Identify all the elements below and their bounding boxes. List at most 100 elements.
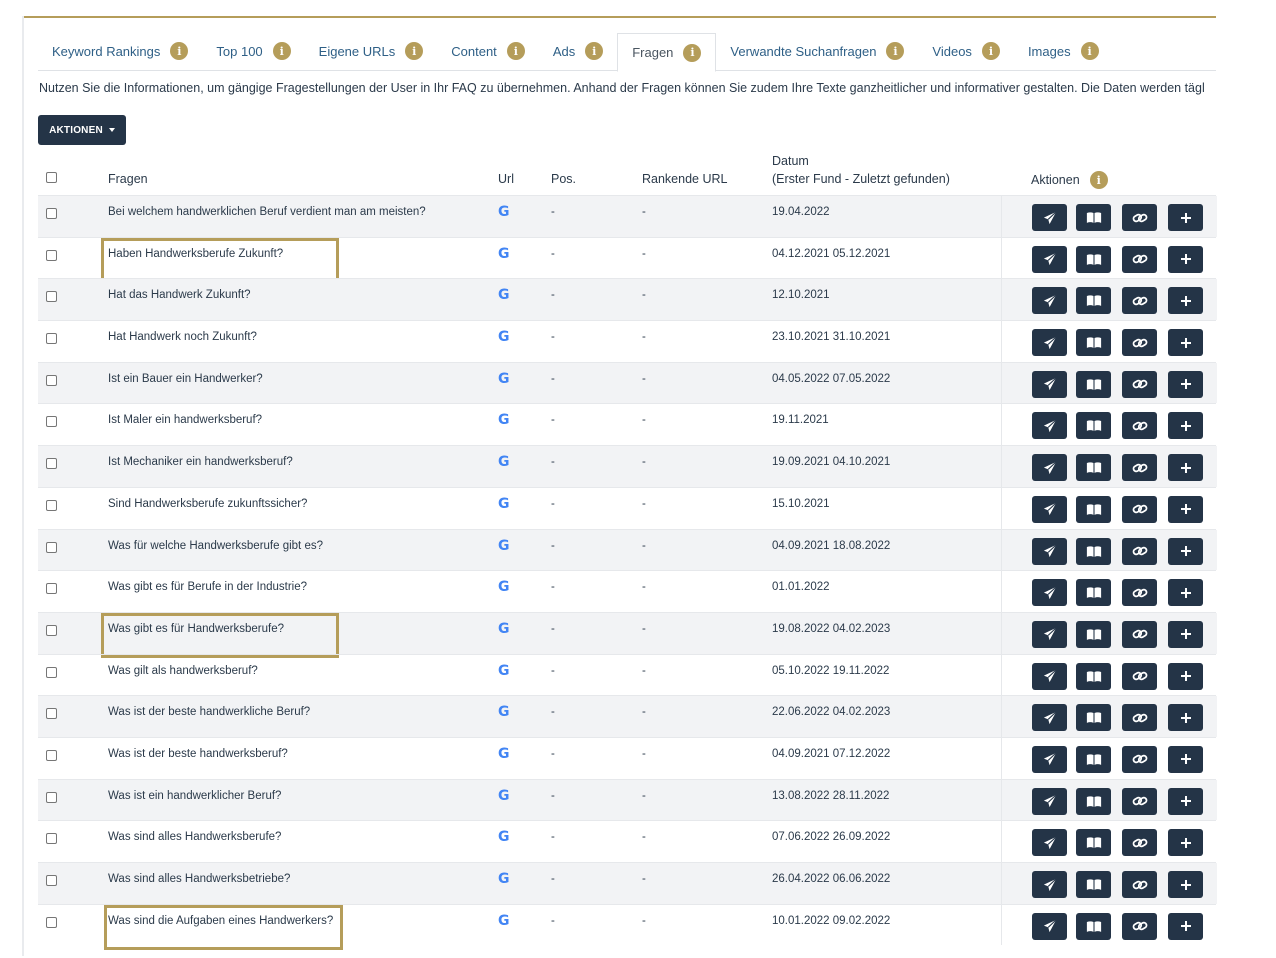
- google-icon[interactable]: G: [498, 871, 510, 887]
- send-button[interactable]: [1032, 620, 1067, 648]
- book-button[interactable]: [1076, 704, 1111, 732]
- row-checkbox[interactable]: [46, 208, 57, 219]
- google-icon[interactable]: G: [498, 788, 510, 804]
- send-button[interactable]: [1032, 871, 1067, 898]
- info-icon[interactable]: i: [683, 43, 702, 62]
- book-button[interactable]: [1076, 829, 1111, 857]
- link-button[interactable]: [1122, 704, 1157, 732]
- row-checkbox[interactable]: [46, 875, 57, 886]
- google-icon[interactable]: G: [498, 287, 510, 303]
- plus-button[interactable]: [1168, 871, 1203, 898]
- link-button[interactable]: [1122, 912, 1157, 940]
- row-checkbox[interactable]: [46, 791, 57, 803]
- google-icon[interactable]: G: [498, 329, 510, 345]
- row-checkbox[interactable]: [46, 499, 57, 511]
- link-button[interactable]: [1122, 454, 1157, 482]
- select-all-checkbox[interactable]: [46, 172, 57, 183]
- book-button[interactable]: [1076, 662, 1111, 690]
- plus-button[interactable]: [1168, 412, 1203, 440]
- send-button[interactable]: [1032, 287, 1067, 315]
- row-checkbox[interactable]: [46, 708, 57, 720]
- row-checkbox[interactable]: [46, 333, 57, 345]
- tab-keyword-rankings[interactable]: Keyword Rankings i: [38, 33, 202, 69]
- link-button[interactable]: [1122, 204, 1157, 231]
- link-button[interactable]: [1122, 829, 1157, 857]
- send-button[interactable]: [1032, 329, 1067, 357]
- info-icon[interactable]: i: [405, 42, 424, 60]
- send-button[interactable]: [1032, 370, 1067, 398]
- book-button[interactable]: [1076, 537, 1111, 565]
- plus-button[interactable]: [1168, 495, 1203, 523]
- plus-button[interactable]: [1168, 537, 1203, 565]
- book-button[interactable]: [1076, 370, 1111, 398]
- book-button[interactable]: [1076, 787, 1111, 815]
- info-icon[interactable]: i: [585, 42, 604, 60]
- row-checkbox[interactable]: [46, 916, 57, 928]
- link-button[interactable]: [1122, 412, 1157, 440]
- link-button[interactable]: [1122, 662, 1157, 690]
- book-button[interactable]: [1076, 454, 1111, 482]
- plus-button[interactable]: [1168, 454, 1203, 482]
- google-icon[interactable]: G: [498, 621, 510, 637]
- google-icon[interactable]: G: [498, 579, 510, 595]
- book-button[interactable]: [1076, 245, 1111, 273]
- link-button[interactable]: [1122, 245, 1157, 273]
- link-button[interactable]: [1122, 787, 1157, 815]
- plus-button[interactable]: [1168, 245, 1203, 273]
- row-checkbox[interactable]: [46, 541, 57, 553]
- info-icon[interactable]: i: [886, 42, 905, 60]
- plus-button[interactable]: [1168, 662, 1203, 690]
- tab-verwandte-suchanfragen[interactable]: Verwandte Suchanfragen i: [716, 33, 918, 69]
- book-button[interactable]: [1076, 287, 1111, 315]
- book-button[interactable]: [1076, 912, 1111, 940]
- google-icon[interactable]: G: [498, 704, 510, 720]
- send-button[interactable]: [1032, 704, 1067, 732]
- plus-button[interactable]: [1168, 745, 1203, 773]
- tab-eigene-urls[interactable]: Eigene URLs i: [305, 33, 438, 69]
- row-checkbox[interactable]: [46, 416, 57, 428]
- info-icon[interactable]: i: [506, 42, 525, 60]
- tab-content[interactable]: Content i: [437, 33, 539, 69]
- plus-button[interactable]: [1168, 287, 1203, 315]
- plus-button[interactable]: [1168, 912, 1203, 940]
- row-checkbox[interactable]: [46, 749, 57, 761]
- link-button[interactable]: [1122, 871, 1157, 898]
- send-button[interactable]: [1032, 745, 1067, 773]
- google-icon[interactable]: G: [498, 829, 510, 845]
- book-button[interactable]: [1076, 620, 1111, 648]
- row-checkbox[interactable]: [46, 624, 57, 636]
- google-icon[interactable]: G: [498, 246, 510, 262]
- send-button[interactable]: [1032, 787, 1067, 815]
- row-checkbox[interactable]: [46, 374, 57, 386]
- link-button[interactable]: [1122, 579, 1157, 607]
- tab-videos[interactable]: Videos i: [918, 33, 1014, 69]
- row-checkbox[interactable]: [46, 666, 57, 678]
- link-button[interactable]: [1122, 370, 1157, 398]
- google-icon[interactable]: G: [498, 663, 510, 679]
- google-icon[interactable]: G: [498, 371, 510, 387]
- book-button[interactable]: [1076, 579, 1111, 607]
- link-button[interactable]: [1122, 537, 1157, 565]
- google-icon[interactable]: G: [498, 454, 510, 470]
- link-button[interactable]: [1122, 495, 1157, 523]
- tab-fragen[interactable]: Fragen i: [617, 33, 717, 72]
- book-button[interactable]: [1076, 871, 1111, 898]
- plus-button[interactable]: [1168, 704, 1203, 732]
- plus-button[interactable]: [1168, 787, 1203, 815]
- info-icon[interactable]: i: [1080, 42, 1099, 60]
- plus-button[interactable]: [1168, 370, 1203, 398]
- link-button[interactable]: [1122, 287, 1157, 315]
- info-icon[interactable]: i: [272, 42, 291, 60]
- plus-button[interactable]: [1168, 620, 1203, 648]
- link-button[interactable]: [1122, 620, 1157, 648]
- google-icon[interactable]: G: [498, 746, 510, 762]
- plus-button[interactable]: [1168, 829, 1203, 857]
- info-icon[interactable]: i: [1089, 171, 1108, 189]
- tab-images[interactable]: Images i: [1014, 33, 1113, 69]
- book-button[interactable]: [1076, 329, 1111, 357]
- send-button[interactable]: [1032, 579, 1067, 607]
- google-icon[interactable]: G: [498, 913, 510, 929]
- row-checkbox[interactable]: [46, 833, 57, 845]
- send-button[interactable]: [1032, 412, 1067, 440]
- plus-button[interactable]: [1168, 579, 1203, 607]
